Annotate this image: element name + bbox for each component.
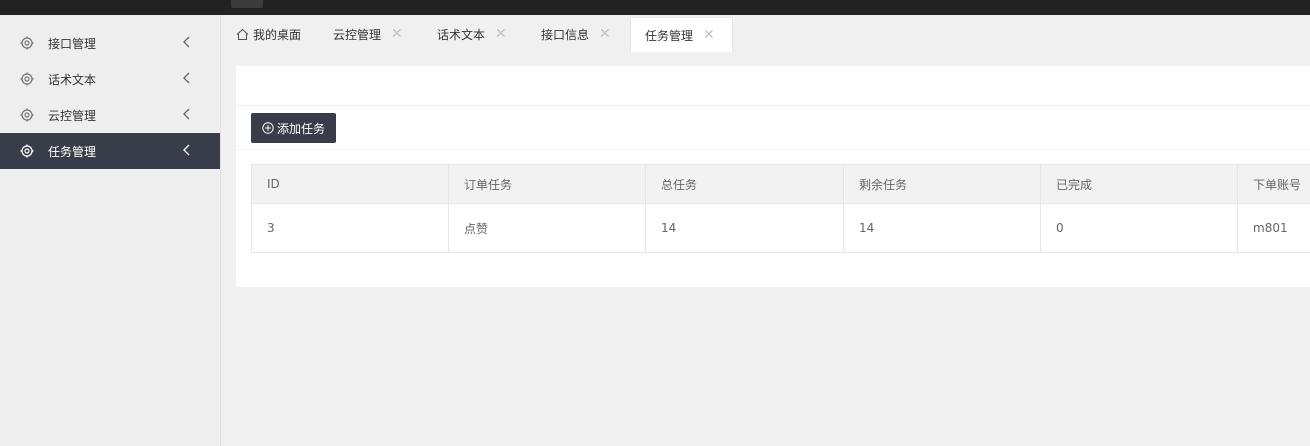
table-row[interactable]: 3 点赞 14 14 0 m801 <box>251 203 1310 253</box>
column-header-total[interactable]: 总任务 <box>645 164 844 204</box>
tab-label: 任务管理 <box>645 28 694 43</box>
sidebar: 接口管理 话术文本 云控管理 任务管理 <box>0 15 221 446</box>
tab-cloud-control[interactable]: 云控管理 ✕ <box>333 17 403 51</box>
sidebar-item-cloud-control[interactable]: 云控管理 <box>0 97 220 133</box>
add-task-label: 添加任务 <box>276 121 325 136</box>
tab-label: 云控管理 <box>333 27 382 42</box>
sidebar-item-interface[interactable]: 接口管理 <box>0 25 220 61</box>
chevron-left-icon <box>182 35 192 49</box>
tab-label: 我的桌面 <box>253 27 302 42</box>
column-header-order-task[interactable]: 订单任务 <box>448 164 646 204</box>
column-header-account[interactable]: 下单账号 <box>1237 164 1310 204</box>
sidebar-item-script-text[interactable]: 话术文本 <box>0 61 220 97</box>
tab-label: 话术文本 <box>437 27 486 42</box>
column-header-completed[interactable]: 已完成 <box>1040 164 1238 204</box>
top-bar <box>0 0 1310 15</box>
panel-header <box>236 66 1310 106</box>
task-table: ID 订单任务 总任务 剩余任务 已完成 下单账号 3 点赞 14 14 0 m… <box>251 164 1310 253</box>
table-cell: 0 <box>1040 203 1238 253</box>
topbar-handle[interactable] <box>231 0 263 8</box>
home-icon <box>236 28 249 41</box>
chevron-left-icon <box>182 143 192 157</box>
add-task-button[interactable]: 添加任务 <box>251 113 336 143</box>
content-panel: 添加任务 ID 订单任务 总任务 剩余任务 已完成 下单账号 3 点赞 14 1… <box>236 66 1310 287</box>
sidebar-item-label: 接口管理 <box>48 36 97 51</box>
gear-icon <box>20 36 34 50</box>
table-cell: 点赞 <box>448 203 646 253</box>
column-header-remaining[interactable]: 剩余任务 <box>843 164 1041 204</box>
table-header-row: ID 订单任务 总任务 剩余任务 已完成 下单账号 <box>251 164 1310 204</box>
tab-task-management[interactable]: 任务管理 ✕ <box>630 17 733 52</box>
sidebar-item-label: 任务管理 <box>48 144 97 159</box>
gear-icon <box>20 108 34 122</box>
sidebar-item-label: 话术文本 <box>48 72 97 87</box>
table-cell: 14 <box>645 203 844 253</box>
column-header-id[interactable]: ID <box>251 164 449 204</box>
close-icon[interactable]: ✕ <box>495 26 507 42</box>
tab-script-text[interactable]: 话术文本 ✕ <box>437 17 507 51</box>
table-cell: m801 <box>1237 203 1310 253</box>
close-icon[interactable]: ✕ <box>599 26 611 42</box>
gear-icon <box>20 72 34 86</box>
gear-icon <box>20 144 34 158</box>
close-icon[interactable]: ✕ <box>703 27 715 43</box>
tab-label: 接口信息 <box>541 27 590 42</box>
chevron-left-icon <box>182 71 192 85</box>
table-cell: 3 <box>251 203 449 253</box>
table-cell: 14 <box>843 203 1041 253</box>
tab-my-desktop[interactable]: 我的桌面 <box>236 17 301 51</box>
sidebar-item-task-management[interactable]: 任务管理 <box>0 133 220 169</box>
chevron-left-icon <box>182 107 192 121</box>
tab-interface-info[interactable]: 接口信息 ✕ <box>541 17 611 51</box>
sidebar-item-label: 云控管理 <box>48 108 97 123</box>
tab-bar: 我的桌面 云控管理 ✕ 话术文本 ✕ 接口信息 ✕ 任务管理 ✕ <box>221 15 1310 52</box>
toolbar <box>236 106 1310 150</box>
plus-circle-icon <box>262 122 274 134</box>
close-icon[interactable]: ✕ <box>391 26 403 42</box>
